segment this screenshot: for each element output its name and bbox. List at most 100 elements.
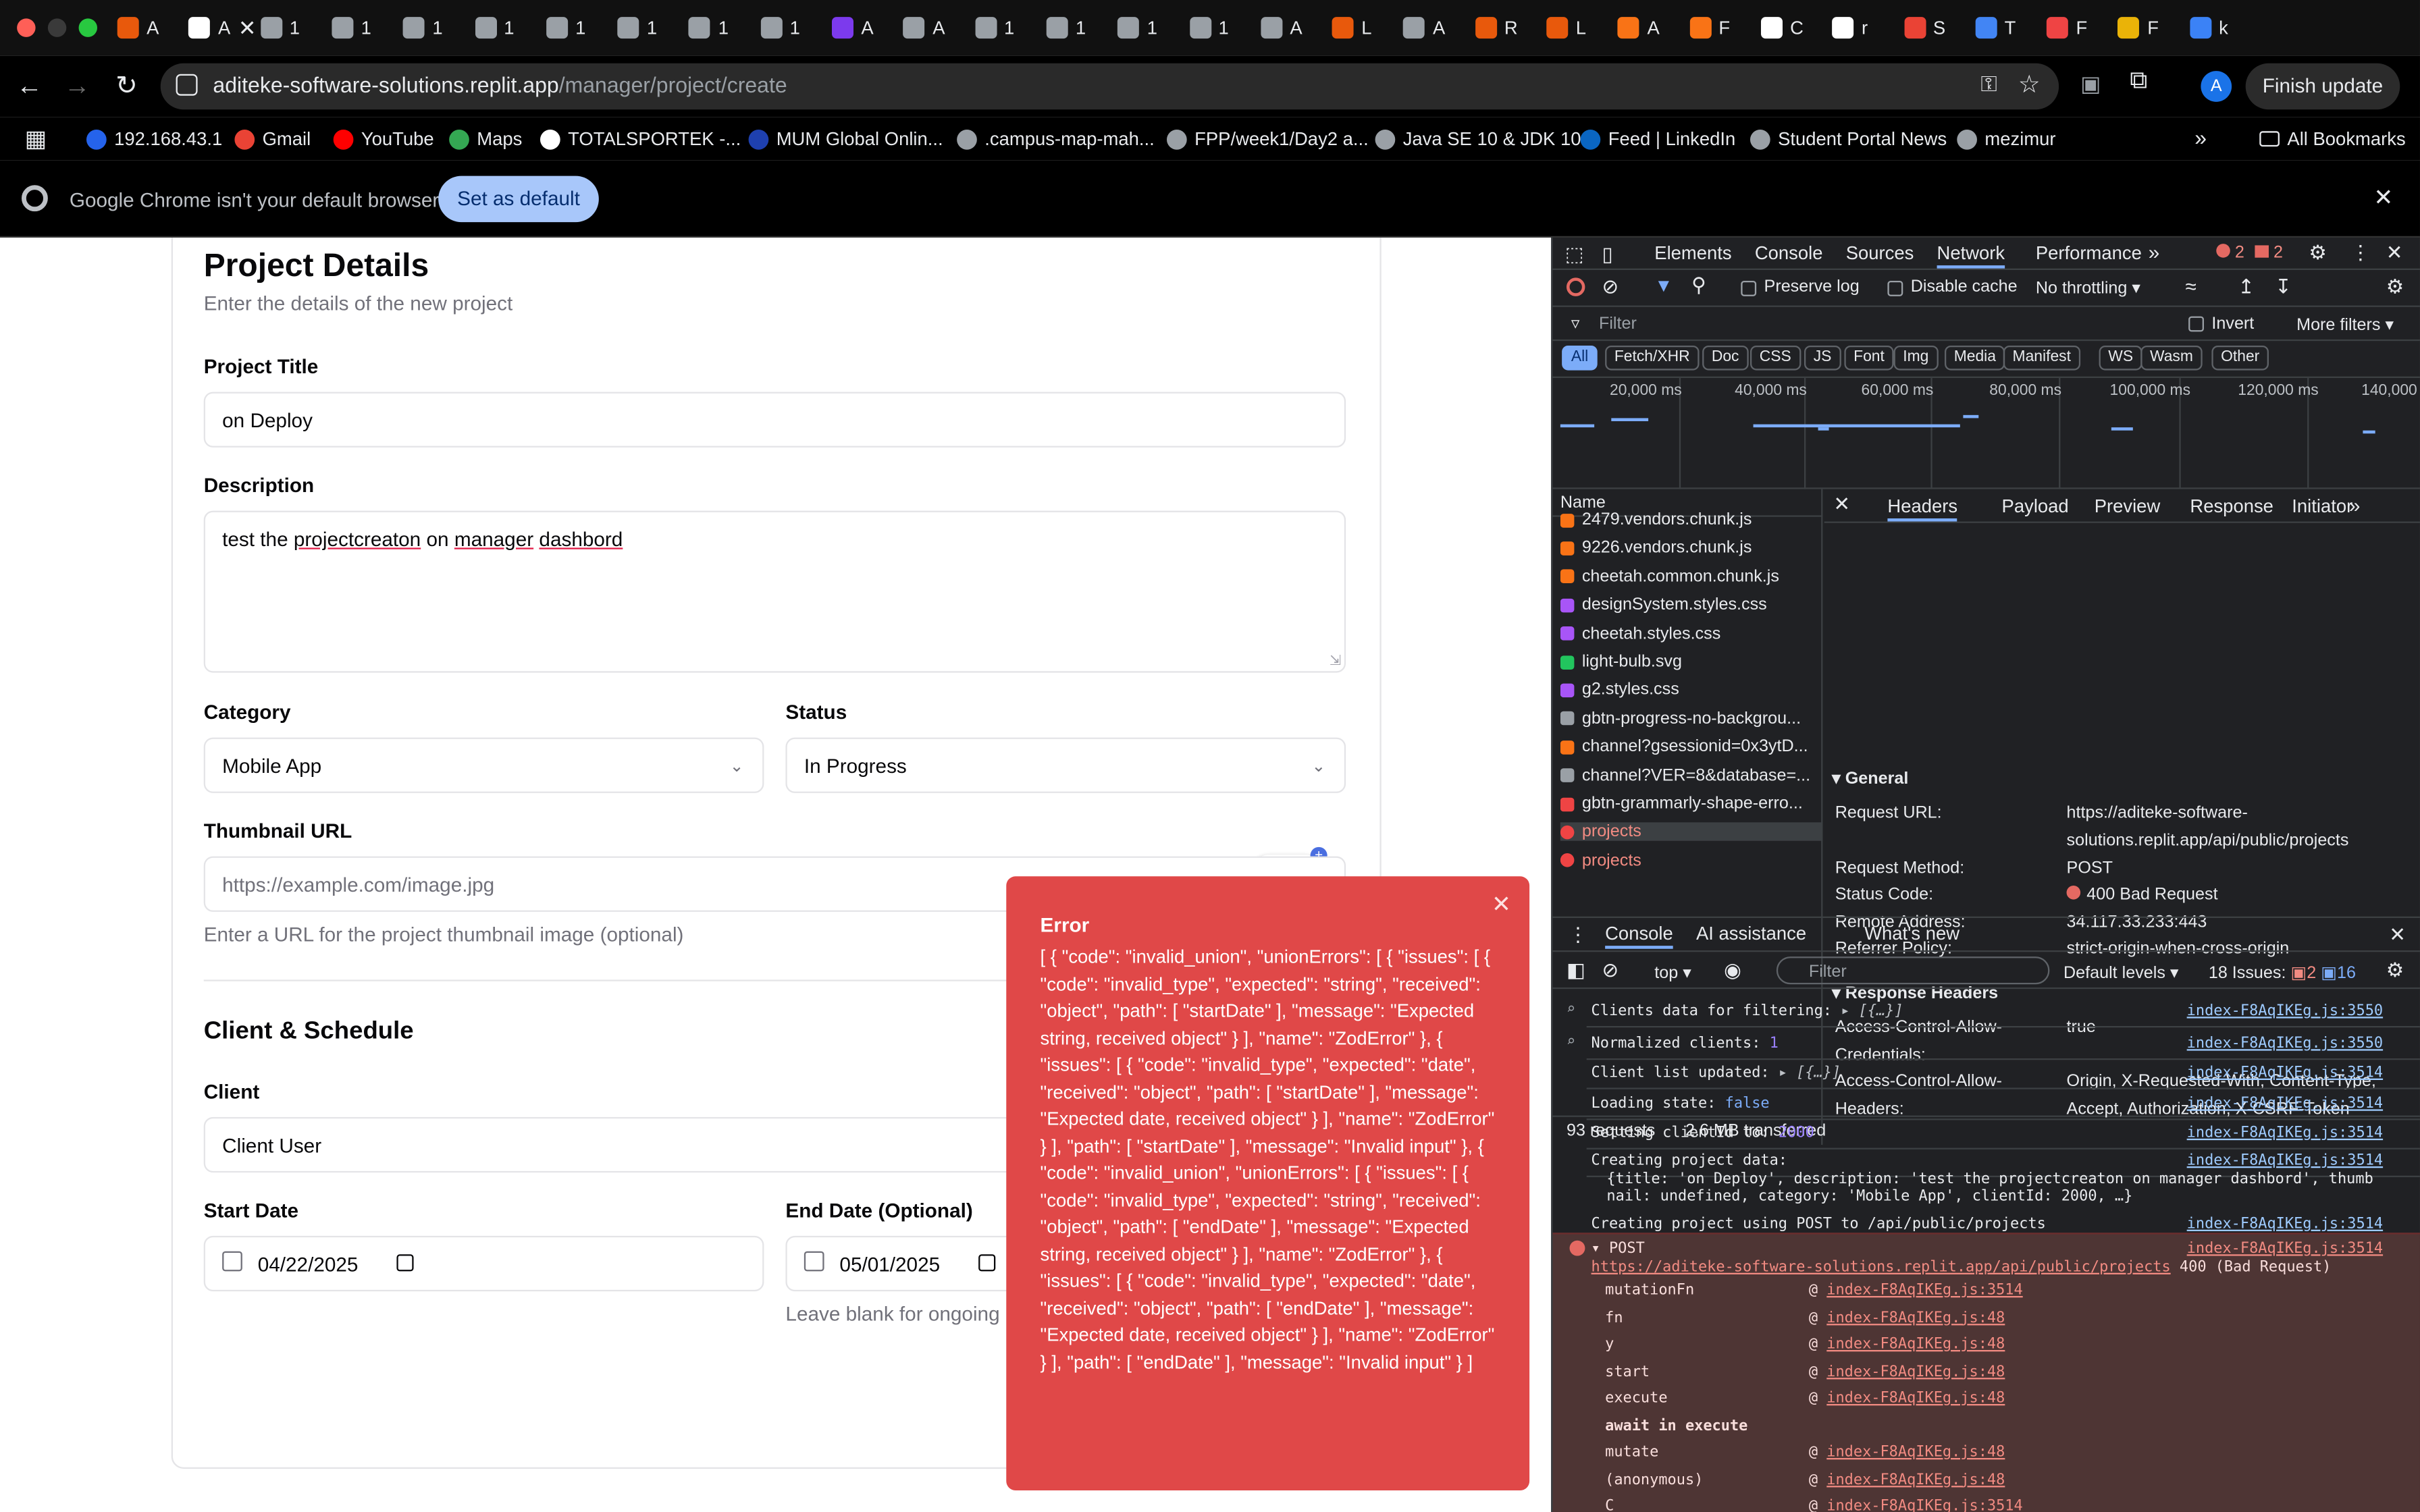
browser-tab[interactable]: A [831,14,874,42]
tab-elements[interactable]: Elements [1654,242,1731,264]
browser-tab[interactable]: 1 [617,14,657,42]
browser-tab[interactable]: C [1760,14,1804,42]
all-bookmarks-button[interactable]: All Bookmarks [2259,128,2406,150]
request-row[interactable]: gbtn-grammarly-shape-erro... [1560,794,1823,813]
browser-tab[interactable]: 1 [974,14,1014,42]
close-devtools-icon[interactable]: ✕ [2386,241,2403,266]
bookmark-item[interactable]: .campus-map-mah... [957,128,1155,150]
type-filter-all[interactable]: All [1562,345,1598,371]
type-filter-ws[interactable]: WS [2099,345,2142,371]
browser-tab[interactable]: 1 [760,14,800,42]
more-bookmarks-icon[interactable]: » [2194,125,2207,150]
browser-tab[interactable]: r [1832,14,1868,42]
console-source-link[interactable]: index-F8AqIKEg.js:3550 [2187,1035,2383,1052]
bookmark-item[interactable]: YouTube [333,128,434,150]
browser-tab[interactable]: A [903,14,945,42]
console-source-link[interactable]: index-F8AqIKEg.js:3514 [2187,1216,2383,1233]
console-source-link[interactable]: index-F8AqIKEg.js:3514 [2187,1125,2383,1141]
browser-tab[interactable]: 1 [689,14,729,42]
type-filter-font[interactable]: Font [1844,345,1894,371]
drawer-menu-icon[interactable]: ⋮ [1568,923,1588,948]
stack-source-link[interactable]: index-F8AqIKEg.js:48 [1826,1390,2005,1407]
request-row[interactable]: gbtn-progress-no-backgrou... [1560,709,1823,728]
log-levels-select[interactable]: Default levels ▾ [2063,963,2179,983]
console-object-preview[interactable]: {title: 'on Deploy', description: 'test … [1606,1171,2420,1188]
network-conditions-icon[interactable]: ≈ [2186,275,2197,298]
more-filters-button[interactable]: More filters ▾ [2296,315,2394,335]
bookmark-item[interactable]: TOTALSPORTEK -... [540,128,741,150]
minimize-window-button[interactable] [47,18,67,37]
request-row[interactable]: channel?VER=8&database=... [1560,766,1823,784]
preserve-log-checkbox[interactable] [1741,280,1757,296]
browser-tab[interactable]: T [1975,14,2016,42]
profile-avatar[interactable]: A [2201,71,2232,102]
type-filter-wasm[interactable]: Wasm [2140,345,2203,371]
name-column-header[interactable]: Name [1560,493,1606,512]
context-select[interactable]: top ▾ [1654,963,1691,983]
close-drawer-icon[interactable]: ✕ [2389,923,2406,948]
maximize-window-button[interactable] [78,18,97,37]
error-request-url[interactable]: https://aditeke-software-solutions.repli… [1592,1259,2171,1276]
stack-source-link[interactable]: index-F8AqIKEg.js:48 [1826,1336,2005,1353]
bookmark-item[interactable]: MUM Global Onlin... [748,128,943,150]
drawer-tab-ai-assistance[interactable]: AI assistance [1696,923,1806,944]
more-tabs-icon[interactable]: » [2149,241,2160,264]
type-filter-fetchxhr[interactable]: Fetch/XHR [1605,345,1700,371]
filter-icon[interactable]: ▼ [1654,275,1673,296]
tab-network[interactable]: Network [1937,242,2005,269]
browser-tab[interactable]: 1 [474,14,515,42]
network-settings-icon[interactable]: ⚙ [2386,275,2404,300]
request-row[interactable]: projects [1560,823,1823,842]
stack-source-link[interactable]: index-F8AqIKEg.js:48 [1826,1444,2005,1461]
throttling-select[interactable]: No throttling ▾ [2036,277,2140,298]
invert-checkbox[interactable] [2188,316,2204,332]
close-icon[interactable]: ✕ [2373,184,2393,211]
bookmark-item[interactable]: 192.168.43.1 [86,128,222,150]
clear-console-icon[interactable]: ⊘ [1602,958,1619,983]
address-bar[interactable]: aditeke-software-solutions.replit.app/ma… [160,63,2059,110]
request-row[interactable]: cheetah.common.chunk.js [1560,568,1823,586]
browser-tab[interactable]: S [1903,14,1945,42]
issues-count[interactable]: 18 Issues: ▣2 ▣16 [2209,963,2356,983]
tab-sources[interactable]: Sources [1846,242,1914,264]
tab-close-icon[interactable]: ✕ [238,15,257,41]
type-filter-doc[interactable]: Doc [1702,345,1749,371]
category-select[interactable]: Mobile App ⌄ [203,737,764,793]
console-source-link[interactable]: index-F8AqIKEg.js:3514 [2187,1152,2383,1169]
stack-source-link[interactable]: index-F8AqIKEg.js:3514 [1826,1498,2022,1512]
resize-handle-icon[interactable]: ⇲ [1330,653,1341,670]
reload-icon[interactable]: ↻ [108,68,145,105]
forward-icon[interactable]: → [59,68,96,105]
console-source-link[interactable]: index-F8AqIKEg.js:3514 [2187,1096,2383,1112]
browser-tab[interactable]: 1 [1117,14,1157,42]
project-title-input[interactable]: on Deploy [203,392,1346,448]
filter-input[interactable]: Filter [1599,315,1637,333]
browser-tab[interactable]: F [1689,14,1730,42]
browser-tab[interactable]: F [2118,14,2159,42]
type-filter-js[interactable]: JS [1804,345,1841,371]
sidebar-toggle-icon[interactable]: ◧ [1567,958,1585,983]
browser-tab[interactable]: R [1475,14,1518,42]
error-summary[interactable]: ▾ POST index-F8AqIKEg.js:3514 [1592,1241,2417,1258]
request-row[interactable]: projects [1560,851,1823,870]
stack-source-link[interactable]: index-F8AqIKEg.js:48 [1826,1363,2005,1380]
console-source-link[interactable]: index-F8AqIKEg.js:3514 [2187,1064,2383,1081]
request-row[interactable]: 2479.vendors.chunk.js [1560,511,1823,529]
console-settings-icon[interactable]: ⚙ [2386,958,2404,983]
close-icon[interactable]: ✕ [1492,890,1511,918]
detail-tab-response[interactable]: Response [2190,495,2273,517]
password-key-icon[interactable]: ⚿ [1980,71,1997,97]
bookmark-item[interactable]: FPP/week1/Day2 a... [1166,128,1369,150]
live-expression-eye-icon[interactable]: ◉ [1724,958,1741,983]
inspect-element-icon[interactable]: ⬚ [1565,242,1584,267]
type-filter-img[interactable]: Img [1893,345,1939,371]
type-filter-manifest[interactable]: Manifest [2003,345,2080,371]
browser-tab[interactable]: L [1546,14,1586,42]
import-har-icon[interactable]: ↥ [2238,275,2255,300]
bookmark-item[interactable]: mezimur [1957,128,2056,150]
console-value[interactable]: ▸ [{…}] [1779,1064,1841,1081]
type-filter-media[interactable]: Media [1944,345,2005,371]
browser-tab[interactable]: L [1332,14,1371,42]
type-filter-css[interactable]: CSS [1750,345,1801,371]
detail-tab-preview[interactable]: Preview [2095,495,2161,517]
